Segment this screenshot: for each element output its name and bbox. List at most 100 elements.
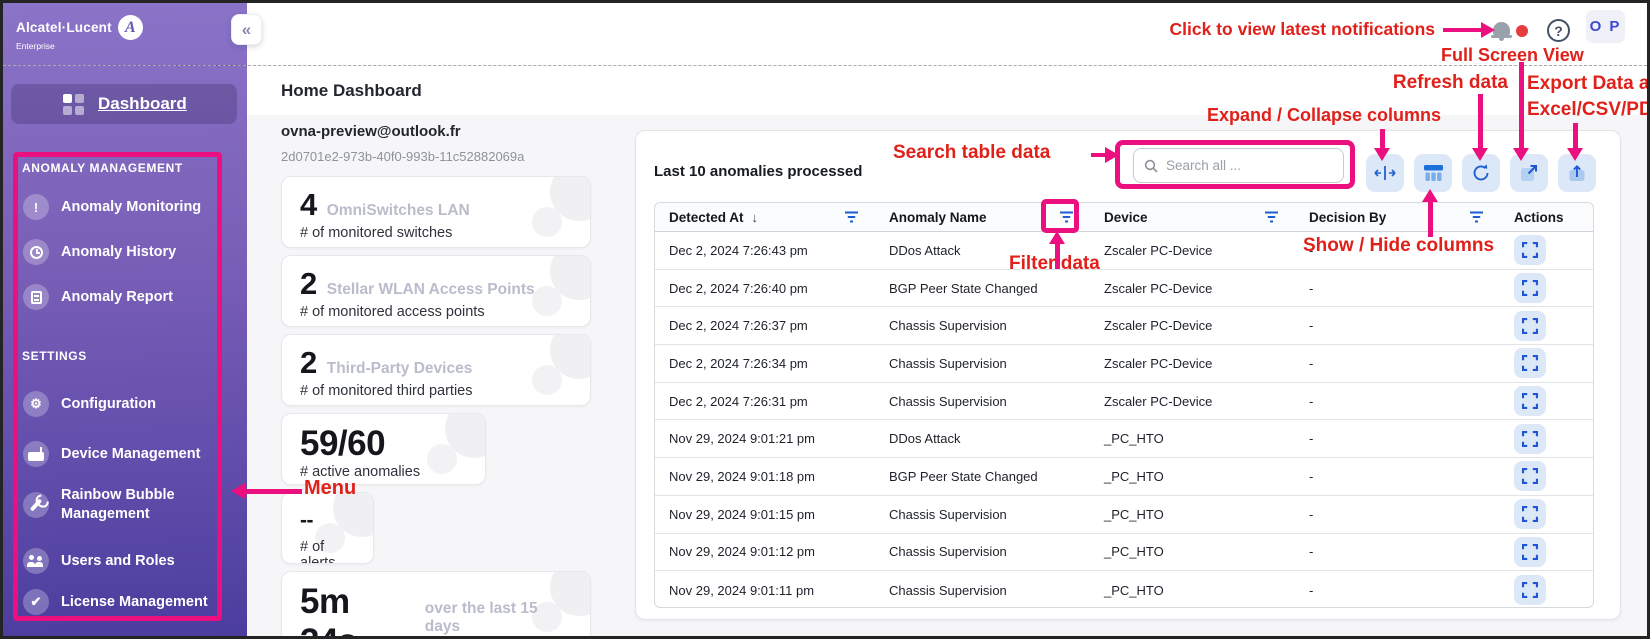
row-expand-button[interactable]	[1514, 575, 1546, 605]
refresh-button[interactable]	[1462, 154, 1500, 192]
cell-detected-at: Dec 2, 2024 7:26:43 pm	[655, 243, 875, 258]
cell-decision-by: -	[1295, 507, 1500, 522]
cell-device: _PC_HTO	[1090, 544, 1295, 559]
column-header-device[interactable]: Device	[1090, 203, 1295, 231]
show-hide-columns-button[interactable]	[1414, 154, 1452, 192]
filter-icon[interactable]	[1059, 211, 1074, 223]
filter-icon[interactable]	[1469, 211, 1484, 223]
sidebar-section-settings: SETTINGS	[22, 349, 87, 363]
full-screen-button[interactable]	[1510, 154, 1548, 192]
expand-row-icon	[1522, 355, 1538, 371]
column-header-detected-at[interactable]: Detected At ↓	[655, 203, 875, 231]
cell-decision-by: -	[1295, 394, 1500, 409]
row-expand-button[interactable]	[1514, 424, 1546, 454]
table-row: Dec 2, 2024 7:26:31 pm Chassis Supervisi…	[655, 383, 1593, 421]
row-expand-button[interactable]	[1514, 311, 1546, 341]
stat-value: 2	[300, 266, 317, 302]
user-avatar[interactable]: O P	[1586, 10, 1625, 43]
stat-card-access-points: 2 Stellar WLAN Access Points # of monito…	[281, 255, 591, 327]
cell-decision-by: -	[1295, 544, 1500, 559]
sidebar-item-device-management[interactable]: Device Management	[23, 441, 223, 467]
expand-row-icon	[1522, 318, 1538, 334]
expand-collapse-columns-button[interactable]	[1366, 154, 1404, 192]
sidebar-item-configuration[interactable]: ⚙ Configuration	[23, 391, 223, 417]
cell-device: Zscaler PC-Device	[1090, 281, 1295, 296]
license-check-icon: ✔	[23, 589, 49, 615]
cell-anomaly-name: DDos Attack	[875, 243, 1090, 258]
stat-card-avg-acknowledgement: 5m 34s over the last 15 days Average tim…	[281, 571, 591, 639]
cell-device: Zscaler PC-Device	[1090, 356, 1295, 371]
row-expand-button[interactable]	[1514, 461, 1546, 491]
table-title: Last 10 anomalies processed	[654, 163, 862, 180]
cell-detected-at: Nov 29, 2024 9:01:21 pm	[655, 431, 875, 446]
row-expand-button[interactable]	[1514, 235, 1546, 265]
cell-detected-at: Dec 2, 2024 7:26:31 pm	[655, 394, 875, 409]
sidebar-item-dashboard[interactable]: Dashboard	[11, 84, 237, 124]
column-header-decision-by[interactable]: Decision By	[1295, 203, 1500, 231]
filter-icon[interactable]	[1264, 211, 1279, 223]
column-header-anomaly-name[interactable]: Anomaly Name	[875, 203, 1090, 231]
export-button[interactable]	[1558, 154, 1596, 192]
anomalies-table: Detected At ↓ Anomaly Name Device	[654, 202, 1594, 608]
sidebar-item-anomaly-report[interactable]: Anomaly Report	[23, 284, 223, 310]
brand-logo-icon: A	[118, 15, 143, 40]
table-body: Dec 2, 2024 7:26:43 pm DDos Attack Zscal…	[655, 232, 1593, 609]
sidebar-item-anomaly-history[interactable]: Anomaly History	[23, 239, 223, 265]
table-row: Dec 2, 2024 7:26:40 pm BGP Peer State Ch…	[655, 270, 1593, 308]
notifications-bell-icon[interactable]	[1491, 20, 1531, 46]
cell-decision-by: -	[1295, 243, 1500, 258]
stat-card-switches: 4 OmniSwitches LAN # of monitored switch…	[281, 176, 591, 248]
cell-decision-by: -	[1295, 431, 1500, 446]
sidebar-item-anomaly-monitoring[interactable]: ! Anomaly Monitoring	[23, 194, 223, 220]
table-row: Nov 29, 2024 9:01:12 pm Chassis Supervis…	[655, 534, 1593, 572]
cell-detected-at: Nov 29, 2024 9:01:15 pm	[655, 507, 875, 522]
cell-device: Zscaler PC-Device	[1090, 243, 1295, 258]
stat-label: Third-Party Devices	[327, 360, 473, 378]
cell-detected-at: Nov 29, 2024 9:01:18 pm	[655, 469, 875, 484]
row-expand-button[interactable]	[1514, 499, 1546, 529]
table-row: Dec 2, 2024 7:26:43 pm DDos Attack Zscal…	[655, 232, 1593, 270]
filter-icon[interactable]	[844, 211, 859, 223]
sidebar-item-label: Dashboard	[98, 94, 187, 114]
cell-decision-by: -	[1295, 281, 1500, 296]
expand-row-icon	[1522, 544, 1538, 560]
cell-detected-at: Nov 29, 2024 9:01:12 pm	[655, 544, 875, 559]
row-expand-button[interactable]	[1514, 386, 1546, 416]
stat-label: Stellar WLAN Access Points	[327, 281, 535, 299]
help-icon[interactable]: ?	[1547, 19, 1570, 42]
expand-row-icon	[1522, 506, 1538, 522]
wrench-icon	[23, 492, 49, 518]
table-row: Nov 29, 2024 9:01:11 pm Chassis Supervis…	[655, 571, 1593, 609]
account-email: ovna-preview@outlook.fr	[281, 123, 461, 140]
expand-row-icon	[1522, 468, 1538, 484]
row-expand-button[interactable]	[1514, 537, 1546, 567]
topbar	[247, 3, 1647, 65]
table-row: Nov 29, 2024 9:01:18 pm BGP Peer State C…	[655, 458, 1593, 496]
table-row: Nov 29, 2024 9:01:21 pm DDos Attack _PC_…	[655, 420, 1593, 458]
stat-value: 5m 34s	[300, 582, 415, 639]
columns-icon	[1423, 164, 1444, 182]
app-window: Alcatel·Lucent A Enterprise Dashboard AN…	[0, 0, 1650, 639]
expand-row-icon	[1522, 431, 1538, 447]
sort-desc-icon: ↓	[752, 210, 759, 225]
device-icon	[23, 441, 49, 467]
expand-row-icon	[1522, 393, 1538, 409]
sidebar-collapse-button[interactable]: «	[231, 14, 262, 45]
search-input[interactable]	[1166, 158, 1326, 173]
row-expand-button[interactable]	[1514, 348, 1546, 378]
sidebar-item-users-and-roles[interactable]: Users and Roles	[23, 548, 223, 574]
sidebar-item-rainbow-bubble-management[interactable]: Rainbow Bubble Management	[23, 486, 223, 524]
cell-anomaly-name: Chassis Supervision	[875, 394, 1090, 409]
alert-icon: !	[23, 194, 49, 220]
report-icon	[23, 284, 49, 310]
row-expand-button[interactable]	[1514, 273, 1546, 303]
history-clock-icon	[23, 239, 49, 265]
expand-row-icon	[1522, 242, 1538, 258]
sidebar-item-license-management[interactable]: ✔ License Management	[23, 589, 223, 615]
cell-device: _PC_HTO	[1090, 583, 1295, 598]
cell-device: Zscaler PC-Device	[1090, 394, 1295, 409]
table-row: Dec 2, 2024 7:26:37 pm Chassis Supervisi…	[655, 307, 1593, 345]
stat-sublabel: # of monitored access points	[300, 304, 576, 320]
stat-sublabel: # of monitored switches	[300, 225, 576, 241]
stat-card-third-party: 2 Third-Party Devices # of monitored thi…	[281, 334, 591, 406]
